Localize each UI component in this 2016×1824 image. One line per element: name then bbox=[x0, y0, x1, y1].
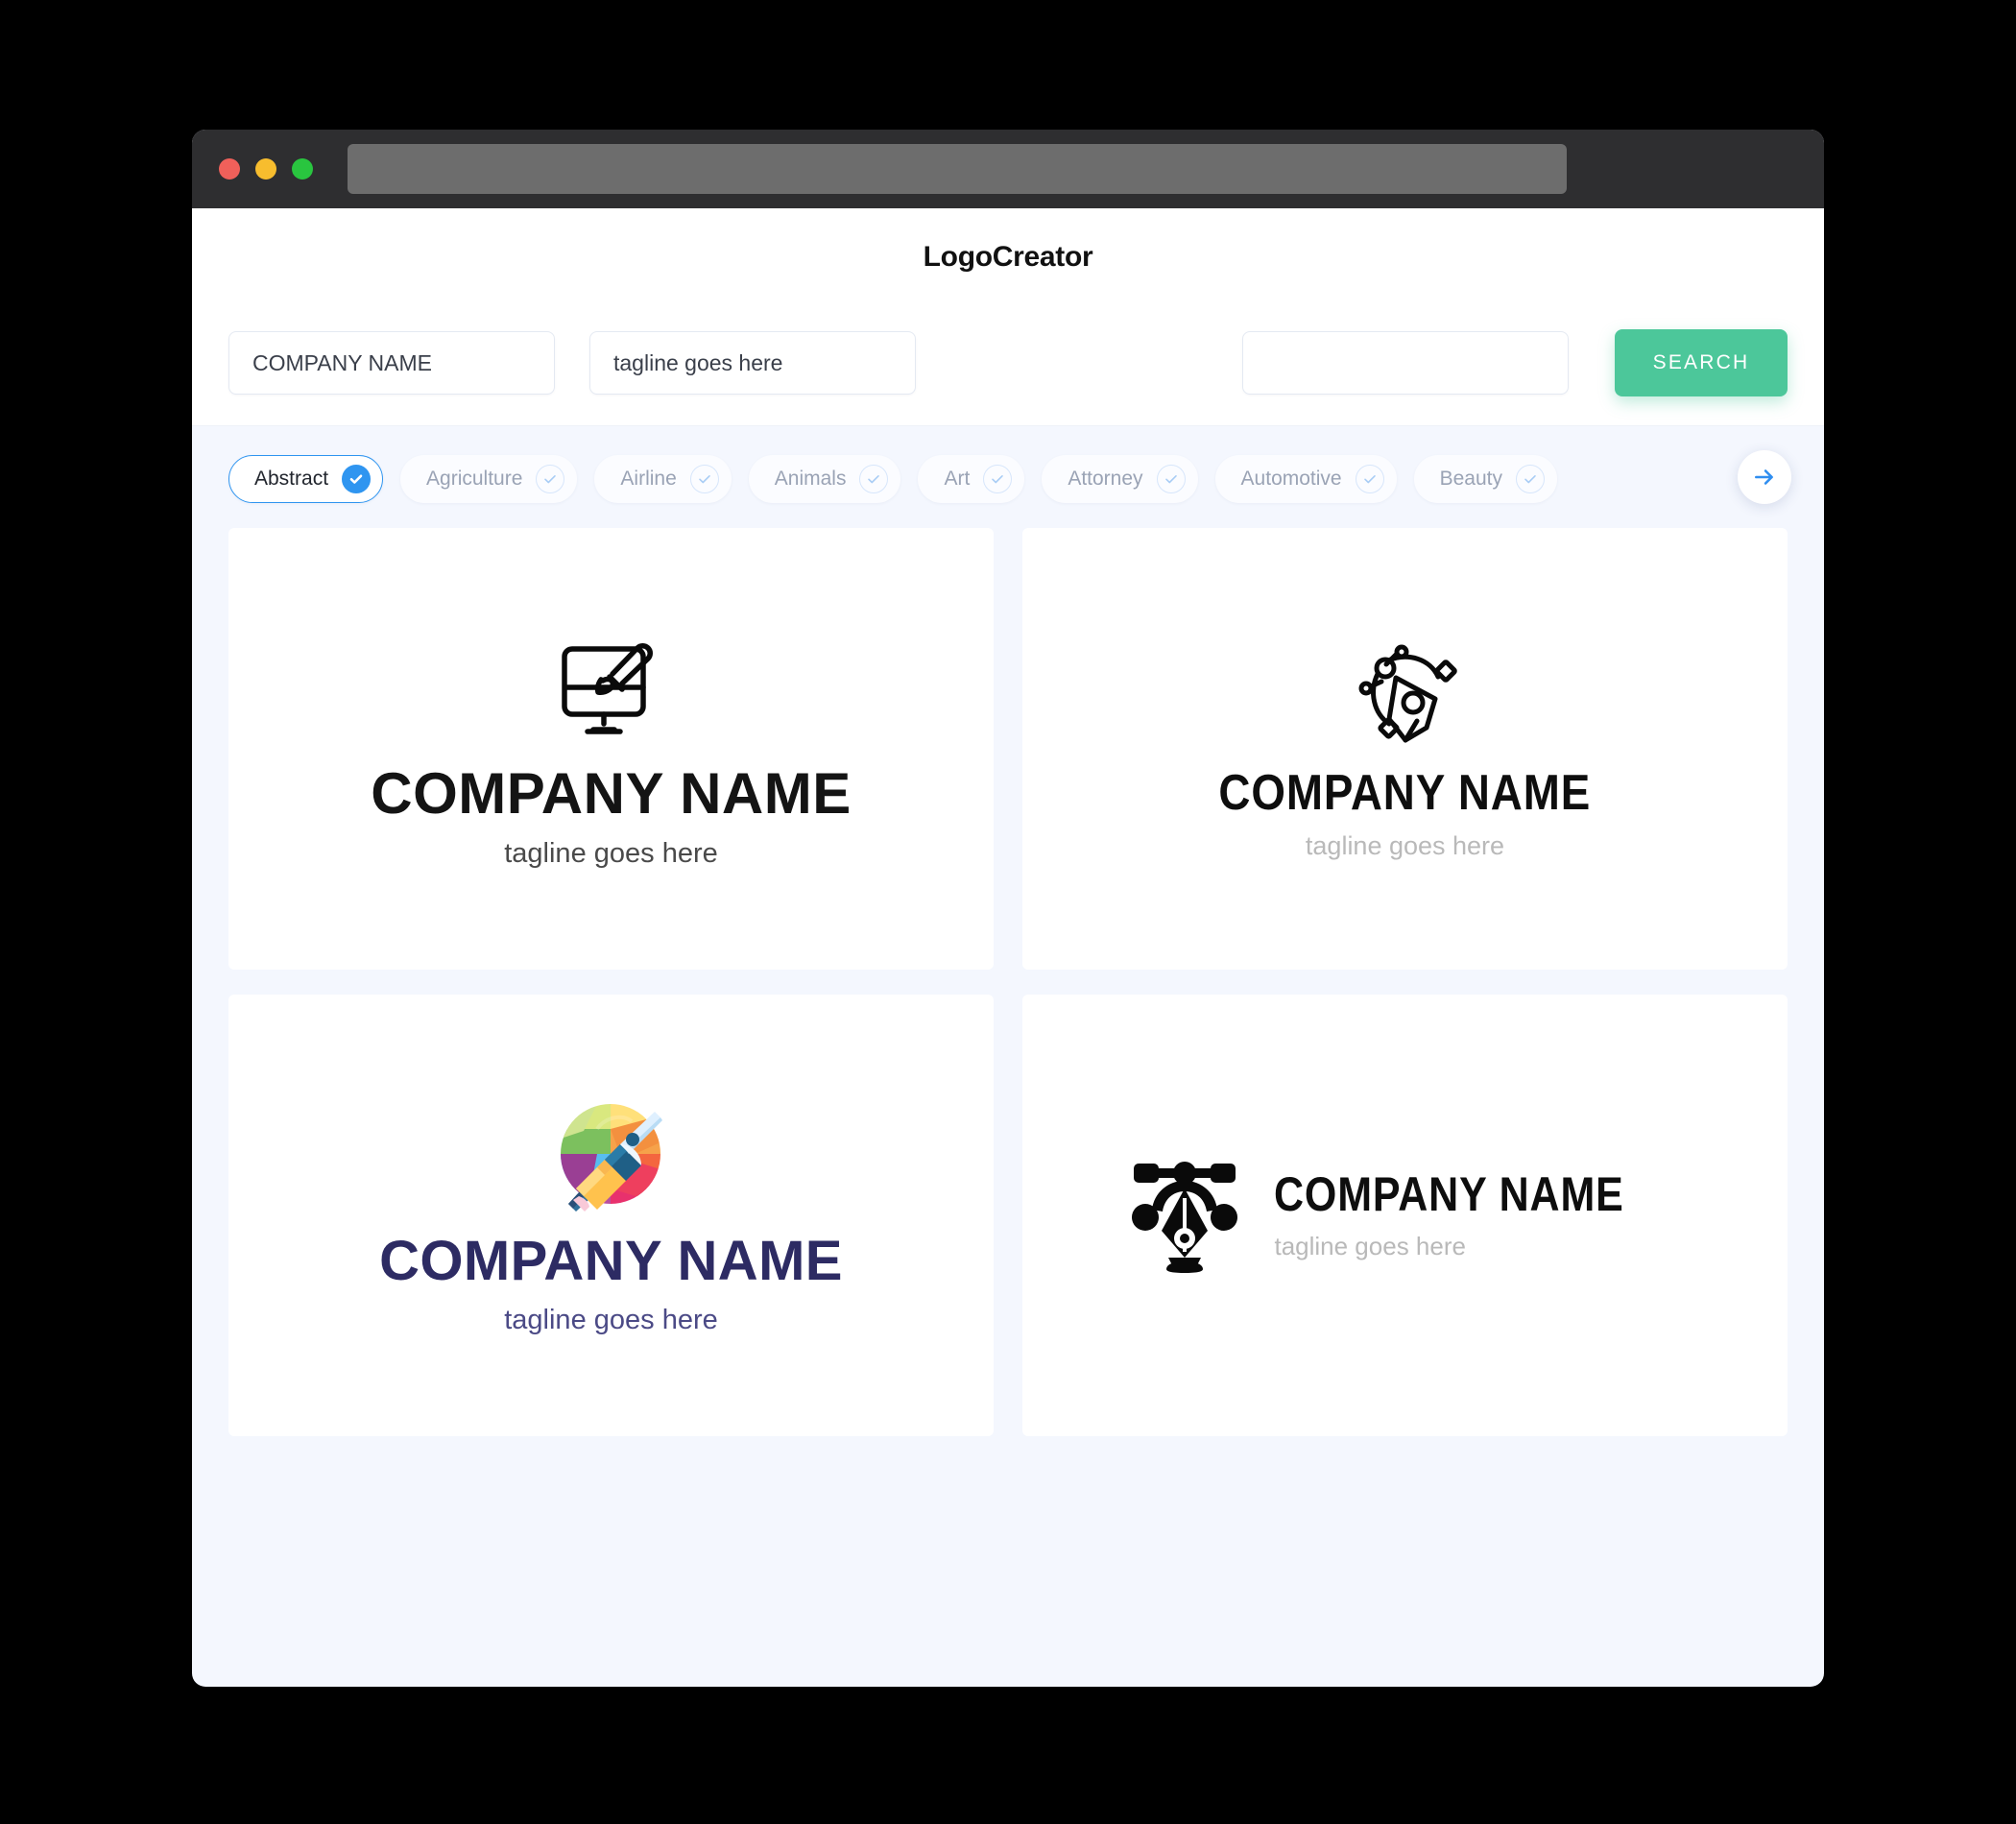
keyword-input[interactable] bbox=[1242, 331, 1569, 395]
logo-tagline: tagline goes here bbox=[1274, 1231, 1466, 1260]
category-chip-attorney[interactable]: Attorney bbox=[1042, 455, 1198, 503]
check-icon bbox=[1355, 465, 1384, 493]
traffic-lights bbox=[219, 158, 313, 180]
category-chip-label: Airline bbox=[620, 468, 677, 490]
category-chip-label: Beauty bbox=[1439, 468, 1502, 490]
logo-card[interactable]: COMPANY NAME tagline goes here bbox=[228, 995, 994, 1436]
category-chip-art[interactable]: Art bbox=[918, 455, 1025, 503]
category-chip-label: Agriculture bbox=[426, 468, 523, 490]
arrow-right-icon bbox=[1755, 469, 1773, 485]
category-chip-automotive[interactable]: Automotive bbox=[1214, 455, 1397, 503]
check-icon bbox=[1516, 465, 1545, 493]
search-bar: COMPANY NAME tagline goes here SEARCH bbox=[192, 306, 1824, 426]
category-chip-abstract[interactable]: Abstract bbox=[228, 455, 384, 503]
logo-card[interactable]: COMPANY NAME tagline goes here bbox=[1022, 528, 1788, 970]
url-bar[interactable] bbox=[348, 144, 1567, 194]
check-icon bbox=[342, 465, 372, 493]
category-chip-agriculture[interactable]: Agriculture bbox=[400, 455, 578, 503]
logo-card[interactable]: COMPANY NAME tagline goes here bbox=[228, 528, 994, 970]
search-button[interactable]: SEARCH bbox=[1615, 329, 1788, 396]
logo-company-name: COMPANY NAME bbox=[379, 1229, 843, 1292]
maximize-window-button[interactable] bbox=[292, 158, 313, 180]
category-chip-label: Abstract bbox=[254, 468, 329, 490]
close-window-button[interactable] bbox=[219, 158, 240, 180]
category-chip-label: Art bbox=[944, 468, 971, 490]
logo-tagline: tagline goes here bbox=[504, 1304, 718, 1335]
browser-titlebar bbox=[192, 130, 1824, 208]
check-icon bbox=[536, 465, 565, 493]
tagline-input[interactable]: tagline goes here bbox=[589, 331, 916, 395]
logo-tagline: tagline goes here bbox=[504, 837, 718, 869]
logo-tagline: tagline goes here bbox=[1305, 830, 1505, 860]
category-chip-beauty[interactable]: Beauty bbox=[1413, 455, 1557, 503]
app-header: LogoCreator bbox=[192, 208, 1824, 306]
company-name-input[interactable]: COMPANY NAME bbox=[228, 331, 555, 395]
monitor-paintbrush-icon bbox=[371, 629, 851, 744]
color-wheel-pencil-icon bbox=[379, 1095, 843, 1220]
category-chip-label: Automotive bbox=[1240, 468, 1342, 490]
check-icon bbox=[689, 465, 719, 493]
category-chip-animals[interactable]: Animals bbox=[748, 455, 901, 503]
logo-company-name: COMPANY NAME bbox=[371, 760, 852, 826]
minimize-window-button[interactable] bbox=[255, 158, 276, 180]
category-chip-airline[interactable]: Airline bbox=[594, 455, 732, 503]
logo-card[interactable]: COMPANY NAME tagline goes here bbox=[1022, 995, 1788, 1436]
logo-company-name: COMPANY NAME bbox=[1218, 764, 1592, 821]
pen-nib-bezier-outline-icon bbox=[1193, 637, 1617, 751]
logo-company-name: COMPANY NAME bbox=[1274, 1166, 1625, 1221]
pen-nib-bezier-solid-icon bbox=[1128, 1156, 1241, 1275]
category-filter-bar: Abstract Agriculture Airline Animals Art bbox=[192, 426, 1824, 528]
check-icon bbox=[859, 465, 889, 493]
check-icon bbox=[983, 465, 1013, 493]
categories-next-button[interactable] bbox=[1738, 450, 1791, 504]
category-chip-label: Animals bbox=[774, 468, 847, 490]
category-chip-label: Attorney bbox=[1068, 468, 1143, 490]
page-title: LogoCreator bbox=[923, 241, 1093, 273]
logo-results-grid: COMPANY NAME tagline goes here COMPANY N… bbox=[192, 528, 1824, 1471]
browser-window: LogoCreator COMPANY NAME tagline goes he… bbox=[192, 130, 1824, 1687]
check-icon bbox=[1156, 465, 1186, 493]
